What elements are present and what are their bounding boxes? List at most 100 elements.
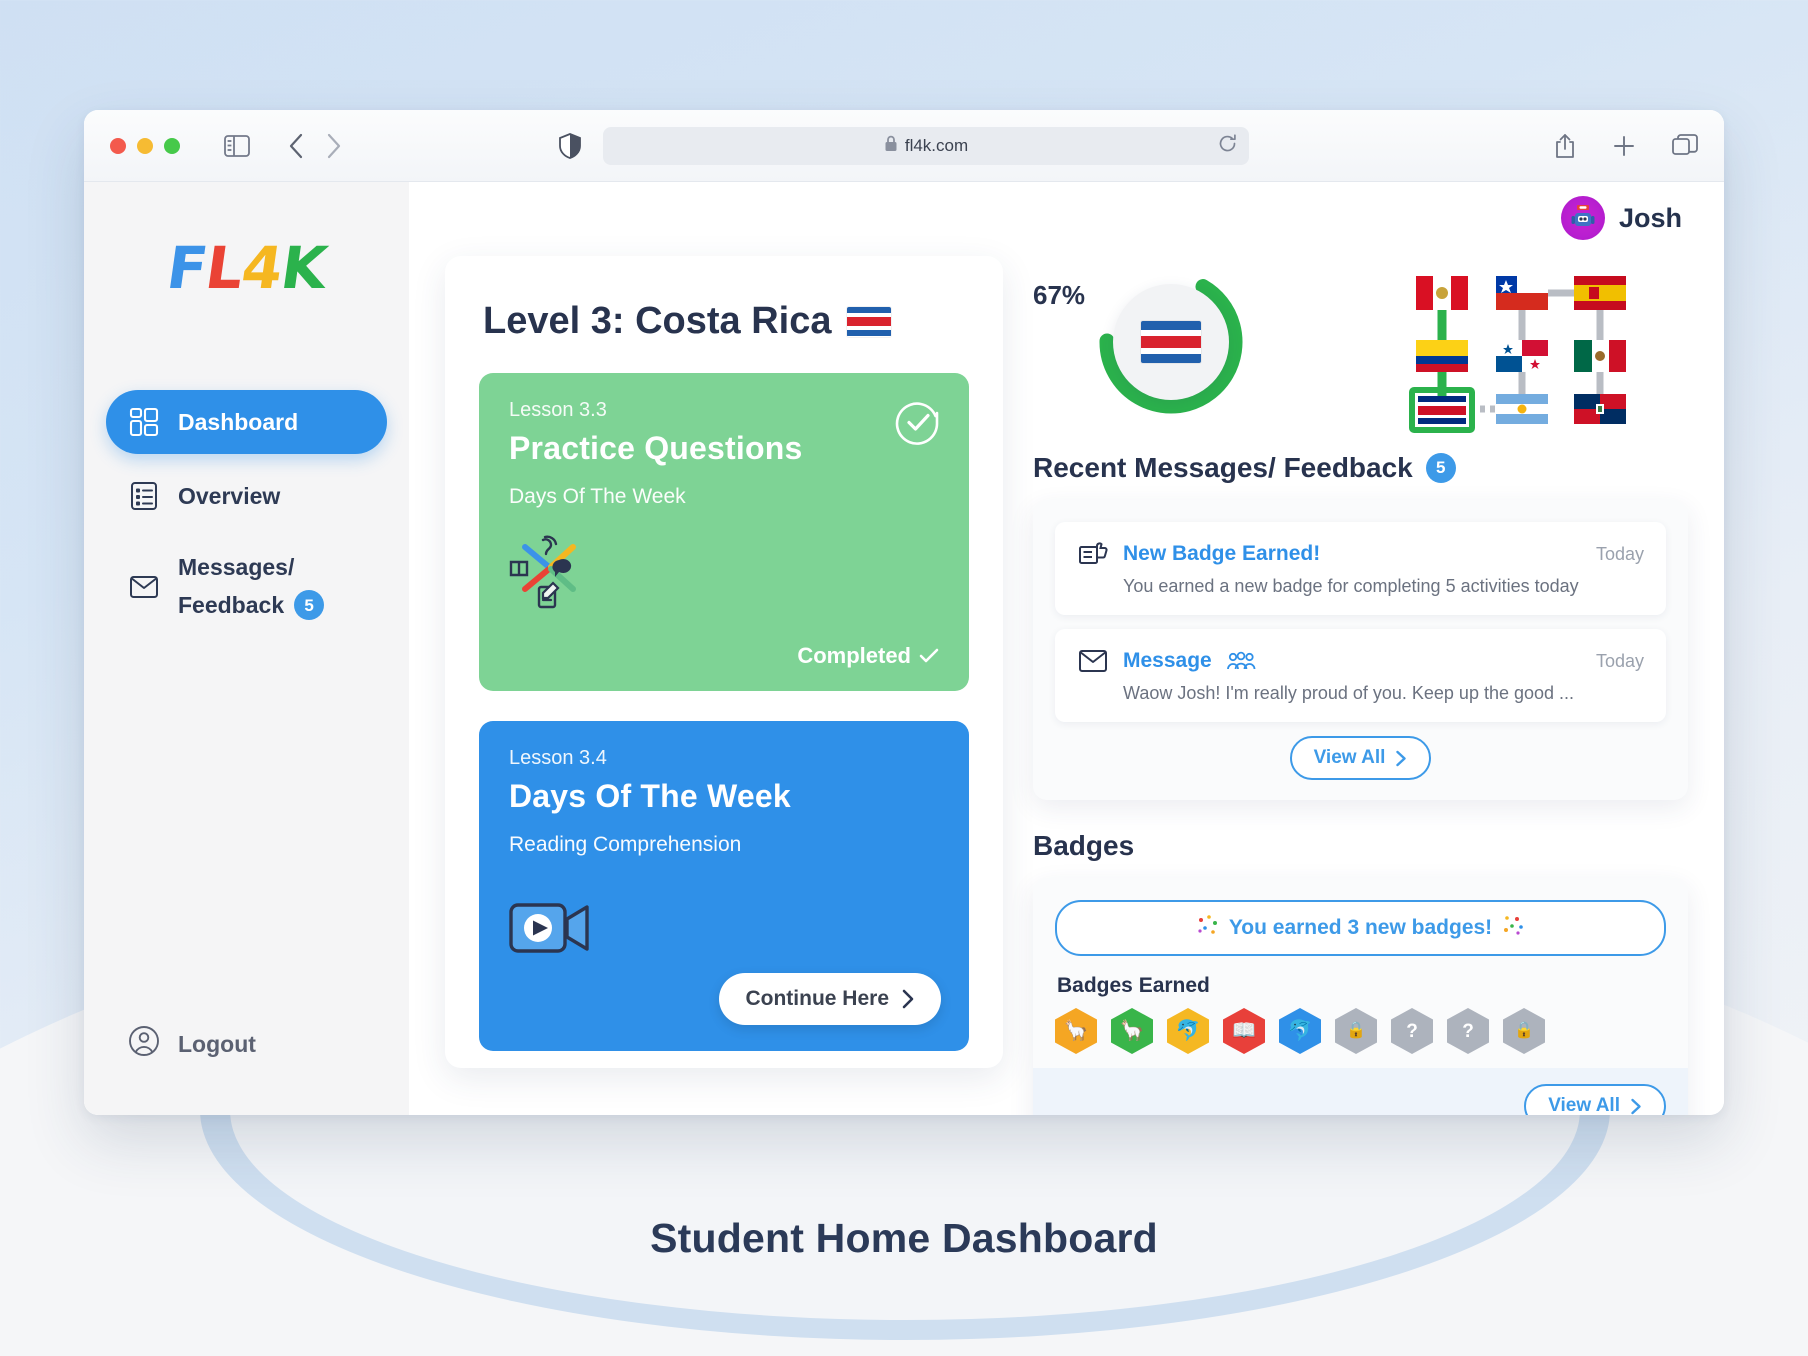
page-title: Level 3: Costa Rica	[483, 300, 969, 343]
main-content: Josh Level 3: Costa Rica Lesson 3.3 Prac…	[409, 182, 1724, 1115]
flag-dominican-republic	[1574, 394, 1626, 424]
privacy-shield-icon[interactable]	[559, 132, 581, 159]
message-time: Today	[1595, 650, 1644, 671]
messages-badge-count: 5	[294, 590, 325, 621]
chevron-left-icon[interactable]	[288, 133, 304, 159]
tab-overview-icon[interactable]	[1672, 133, 1698, 158]
unknown-badge[interactable]: ?	[1447, 1008, 1489, 1054]
lesson-card-current[interactable]: Lesson 3.4 Days Of The Week Reading Comp…	[479, 721, 969, 1051]
figure-caption: Student Home Dashboard	[650, 1215, 1158, 1261]
browser-toolbar: fl4k.com	[84, 110, 1724, 182]
address-bar-url: fl4k.com	[904, 135, 969, 155]
badges-title-text: Badges	[1033, 830, 1135, 861]
llama-green-badge[interactable]: 🦙	[1111, 1008, 1153, 1054]
plus-icon[interactable]	[1612, 134, 1636, 158]
chevron-right-icon	[902, 989, 914, 1009]
app-root: FL4K Dashboard Overview Messages/ Feedba…	[84, 182, 1724, 1115]
flag-peru	[1416, 276, 1468, 310]
close-dot[interactable]	[110, 137, 126, 154]
chevron-right-icon	[1396, 750, 1407, 766]
lesson-panel: Level 3: Costa Rica Lesson 3.3 Practice …	[445, 256, 1003, 1068]
lesson-card-completed[interactable]: Lesson 3.3 Practice Questions Days Of Th…	[479, 373, 969, 691]
messages-view-all-button[interactable]: View All	[1289, 736, 1432, 780]
unknown-badge[interactable]: ?	[1391, 1008, 1433, 1054]
badge-glyph: 🐬	[1287, 1020, 1313, 1042]
costa-rica-flag-icon	[1141, 321, 1202, 363]
check-circle-icon	[895, 399, 941, 450]
sidebar: FL4K Dashboard Overview Messages/ Feedba…	[84, 182, 409, 1115]
messages-section-count: 5	[1425, 453, 1456, 483]
lesson-title: Practice Questions	[509, 430, 803, 466]
maximize-dot[interactable]	[164, 137, 180, 154]
chevron-right-icon[interactable]	[326, 133, 342, 159]
user-circle-icon	[128, 1025, 160, 1063]
badges-section-title: Badges	[1033, 830, 1688, 862]
flag-argentina	[1496, 394, 1548, 424]
llama-badge[interactable]: 🦙	[1055, 1008, 1097, 1054]
country-progress-map[interactable]	[1404, 266, 1654, 438]
badge-glyph: 🔒	[1514, 1022, 1534, 1039]
user-name: Josh	[1618, 202, 1682, 233]
address-bar[interactable]: fl4k.com	[603, 126, 1249, 165]
flag-mexico	[1574, 340, 1626, 372]
envelope-icon	[128, 571, 160, 603]
badge-glyph: 🦙	[1119, 1020, 1145, 1042]
list-document-icon	[128, 480, 160, 512]
sidebar-toggle-icon[interactable]	[224, 134, 250, 157]
logout-label: Logout	[178, 1030, 256, 1057]
confetti-icon	[1197, 914, 1219, 942]
continue-here-button[interactable]: Continue Here	[719, 973, 941, 1025]
robot-avatar-icon	[1560, 196, 1605, 240]
sidebar-item-dashboard[interactable]: Dashboard	[106, 390, 387, 454]
lesson-number: Lesson 3.4	[509, 747, 607, 769]
sidebar-item-messages-feedback[interactable]: Messages/ Feedback 5	[106, 538, 387, 636]
message-body: You earned a new badge for completing 5 …	[1123, 576, 1579, 596]
minimize-dot[interactable]	[137, 137, 153, 154]
logout-button[interactable]: Logout	[84, 1025, 409, 1063]
lesson-status-label: Completed	[797, 643, 911, 668]
costa-rica-flag-icon	[847, 306, 892, 337]
badge-glyph: ?	[1462, 1020, 1474, 1042]
dolphin-blue-badge[interactable]: 🐬	[1279, 1008, 1321, 1054]
locked-badge[interactable]: 🔒	[1335, 1008, 1377, 1054]
browser-actions	[1554, 133, 1698, 159]
lesson-subtitle: Reading Comprehension	[509, 833, 742, 856]
envelope-icon	[1077, 645, 1109, 677]
badges-earned-label: Badges Earned	[1057, 974, 1210, 997]
share-icon[interactable]	[1554, 133, 1576, 159]
locked-badge[interactable]: 🔒	[1503, 1008, 1545, 1054]
sidebar-item-label: Dashboard	[178, 408, 299, 435]
sidebar-item-overview[interactable]: Overview	[106, 464, 387, 528]
app-logo[interactable]: FL4K	[84, 234, 414, 302]
chevron-right-icon	[1631, 1098, 1641, 1114]
progress-ring-center	[1113, 284, 1230, 400]
flag-colombia	[1416, 340, 1468, 372]
user-chip[interactable]: Josh	[1560, 196, 1682, 240]
badge-glyph: 🔒	[1346, 1022, 1366, 1039]
badges-view-all-button[interactable]: View All	[1524, 1084, 1666, 1115]
badge-glyph: 🦙	[1063, 1020, 1089, 1042]
sidebar-nav: Dashboard Overview Messages/ Feedback 5	[84, 390, 409, 636]
lesson-title: Days Of The Week	[509, 778, 791, 814]
browser-window: fl4k.com FL4K Dashboard Overview Message…	[84, 110, 1724, 1115]
flag-panama	[1496, 340, 1548, 372]
dolphin-gold-badge[interactable]: 🐬	[1167, 1008, 1209, 1054]
badges-footer: View All	[1033, 1068, 1688, 1115]
view-all-label: View All	[1313, 747, 1386, 768]
browser-nav-arrows	[288, 133, 342, 159]
messages-section-title: Recent Messages/ Feedback 5	[1033, 452, 1688, 484]
confetti-icon	[1502, 914, 1524, 942]
video-camera-icon	[509, 895, 939, 962]
message-item[interactable]: Message Today Waow Josh! I'm really prou	[1055, 629, 1666, 722]
continue-button-label: Continue Here	[745, 987, 889, 1010]
flag-chile	[1496, 276, 1548, 310]
level-progress: 67%	[1033, 266, 1247, 418]
reload-icon[interactable]	[1218, 133, 1237, 158]
view-all-label: View All	[1548, 1095, 1620, 1115]
progress-ring	[1095, 266, 1247, 418]
skills-pinwheel-icon	[509, 531, 939, 614]
badges-banner-text: You earned 3 new badges!	[1228, 916, 1493, 939]
book-badge[interactable]: 📖	[1223, 1008, 1265, 1054]
progress-percent: 67%	[1033, 280, 1086, 310]
message-item[interactable]: New Badge Earned! Today You earned a new…	[1055, 522, 1666, 615]
